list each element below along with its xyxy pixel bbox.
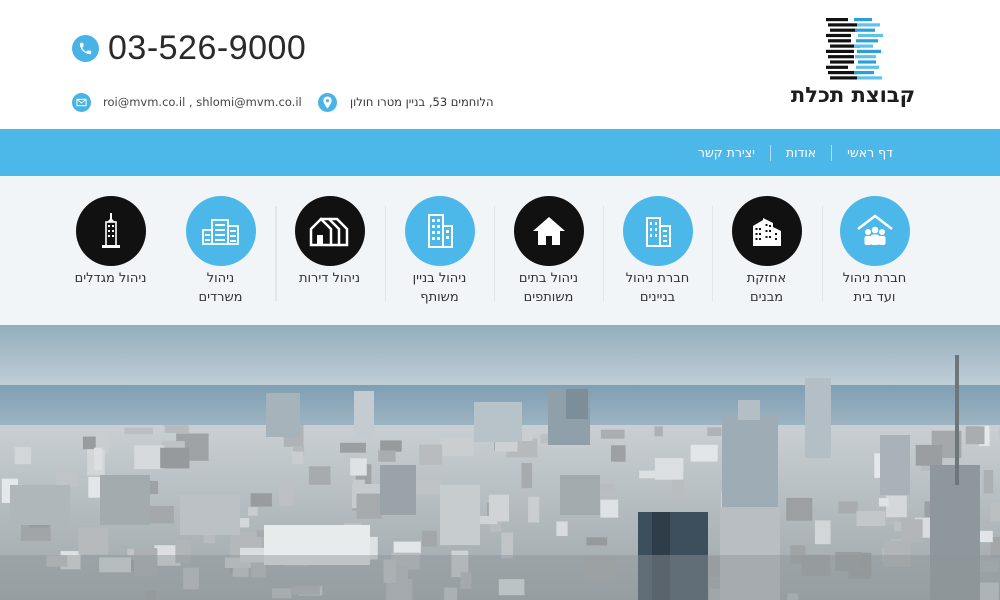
logo-text: קבוצת תכלת [790, 83, 916, 107]
service-divider [822, 206, 823, 301]
main-navigation: דף ראשי אודות יצירת קשר [0, 129, 1000, 176]
services-band: חברת ניהול ועד בית אחזקת מבנים חברת ניהו… [0, 176, 1000, 325]
service-label: אחזקת מבנים [746, 271, 787, 305]
service-label: ניהול דירות [298, 271, 361, 286]
buildings-icon [753, 218, 781, 246]
service-label: ניהול בתים משותפים [518, 271, 579, 305]
hero-city-image [0, 325, 1000, 600]
email-addresses[interactable]: roi@mvm.co.il , shlomi@mvm.co.il [103, 95, 302, 109]
address-contact: הלוחמים 53, בניין מטרו חולון [318, 91, 494, 113]
service-circle [186, 196, 256, 266]
service-divider [494, 206, 495, 301]
service-circle [732, 196, 802, 266]
service-divider [712, 206, 713, 301]
city-skyline-image [0, 325, 1000, 600]
office-building-icon [646, 217, 671, 247]
service-circle [76, 196, 146, 266]
service-circle [295, 196, 365, 266]
location-pin-icon [318, 92, 337, 112]
service-circle [623, 196, 693, 266]
service-shared-houses[interactable]: ניהול בתים משותפים [494, 176, 603, 325]
email-icon [72, 92, 91, 112]
phone-contact[interactable]: 03-526-9000 [72, 28, 306, 68]
tower-block-icon [428, 214, 453, 248]
service-label: ניהול בניין משותף [412, 271, 467, 305]
service-label: ניהול מגדלים [74, 271, 147, 286]
offices-icon [202, 219, 239, 245]
service-circle [405, 196, 475, 266]
service-shared-building[interactable]: ניהול בניין משותף [385, 176, 494, 325]
service-divider [385, 206, 386, 301]
service-circle [840, 196, 910, 266]
service-offices[interactable]: ניהול משרדים [166, 176, 275, 325]
service-apartments[interactable]: ניהול דירות [275, 176, 384, 325]
service-label: חברת ניהול בניינים [625, 271, 690, 305]
service-divider [603, 206, 604, 301]
service-label: ניהול משרדים [198, 271, 243, 305]
nav-contact[interactable]: יצירת קשר [683, 144, 770, 162]
skyscraper-icon [102, 213, 120, 248]
house-icon [533, 217, 565, 245]
nav-home[interactable]: דף ראשי [832, 144, 908, 162]
site-logo[interactable]: קבוצת תכלת [788, 14, 918, 114]
email-contact[interactable]: roi@mvm.co.il , shlomi@mvm.co.il [72, 91, 302, 113]
site-header: 03-526-9000 roi@mvm.co.il , shlomi@mvm.c… [0, 0, 1000, 129]
people-house-icon [857, 214, 893, 245]
nav-menu: דף ראשי אודות יצירת קשר [683, 129, 908, 176]
phone-number[interactable]: 03-526-9000 [108, 29, 306, 68]
logo-mark-icon [826, 18, 883, 80]
houses-row-icon [309, 217, 349, 247]
service-divider [276, 206, 277, 301]
service-label: חברת ניהול ועד בית [842, 271, 907, 305]
service-building-management-company[interactable]: חברת ניהול בניינים [603, 176, 712, 325]
service-building-maintenance[interactable]: אחזקת מבנים [712, 176, 821, 325]
service-building-management-committee[interactable]: חברת ניהול ועד בית [820, 176, 929, 325]
nav-about[interactable]: אודות [771, 144, 831, 162]
service-towers[interactable]: ניהול מגדלים [56, 176, 165, 325]
service-circle [514, 196, 584, 266]
address-text: הלוחמים 53, בניין מטרו חולון [350, 95, 494, 109]
phone-icon [72, 34, 99, 62]
